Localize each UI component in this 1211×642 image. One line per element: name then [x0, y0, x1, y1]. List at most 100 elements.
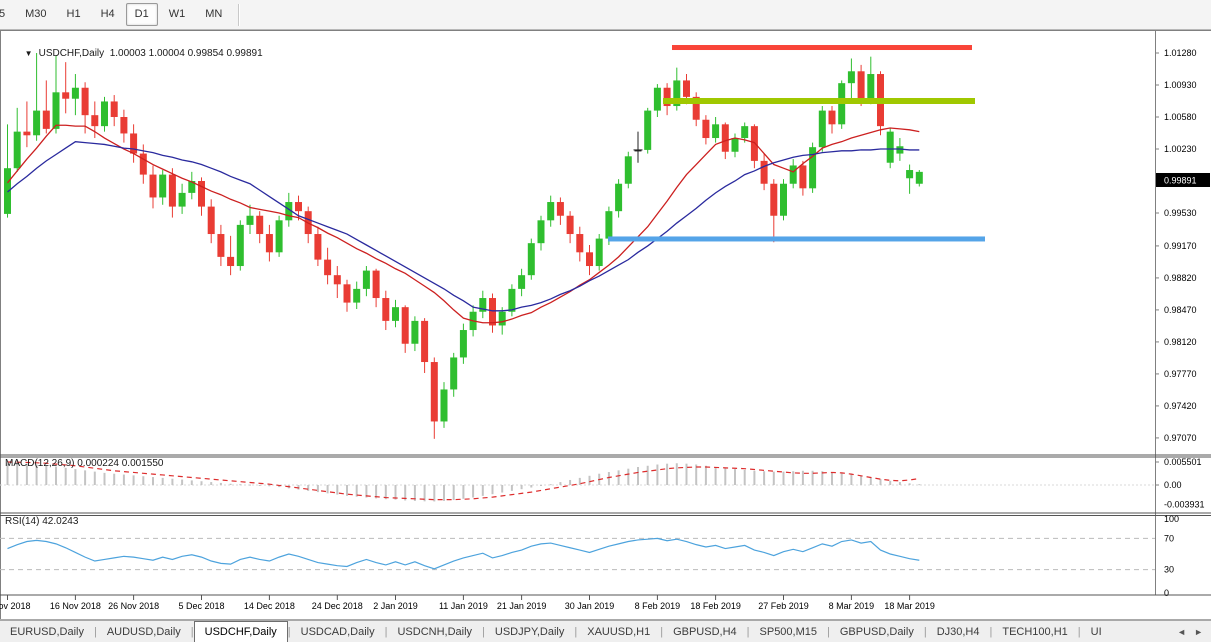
- macd-histogram-bar: [792, 471, 794, 485]
- candle-bear: [169, 175, 176, 207]
- candle-bull: [72, 88, 79, 99]
- hline-resistance-lower[interactable]: [663, 98, 975, 104]
- candle-bear: [295, 202, 302, 211]
- chart-dropdown-icon[interactable]: ▼: [25, 49, 33, 58]
- candle-bull: [53, 92, 60, 129]
- candle-bull: [615, 184, 622, 211]
- macd-histogram-bar: [899, 482, 901, 485]
- candle-bear: [111, 101, 118, 117]
- candle-bull: [247, 216, 254, 225]
- macd-histogram-bar: [773, 472, 775, 485]
- timeframe-button-5[interactable]: 5: [0, 3, 14, 26]
- chart-area[interactable]: 1.012801.009301.005801.002300.995300.991…: [0, 30, 1211, 620]
- candle-bear: [62, 92, 69, 98]
- macd-histogram-bar: [230, 484, 232, 485]
- chart-tab-audusd-daily[interactable]: AUDUSD,Daily: [97, 623, 191, 642]
- macd-histogram-bar: [239, 484, 241, 485]
- candle-bear: [130, 133, 137, 153]
- chart-tab-gbpusd-daily[interactable]: GBPUSD,Daily: [830, 623, 924, 642]
- price-axis-label: 0.97420: [1164, 401, 1197, 411]
- candle-bear: [683, 80, 690, 96]
- timeframe-button-mn[interactable]: MN: [196, 3, 231, 26]
- macd-histogram-bar: [763, 471, 765, 485]
- candle-bull: [819, 111, 826, 148]
- price-axis-label: 0.99530: [1164, 208, 1197, 218]
- candle-bear: [23, 132, 30, 136]
- macd-histogram-bar: [336, 485, 338, 495]
- macd-histogram-bar: [744, 470, 746, 485]
- candle-bull: [809, 147, 816, 188]
- macd-histogram-bar: [608, 472, 610, 485]
- macd-histogram-bar: [453, 485, 455, 500]
- candle-bear: [770, 184, 777, 216]
- price-axis-label: 0.97770: [1164, 369, 1197, 379]
- candle-bear: [82, 88, 89, 115]
- price-axis-label: 1.00930: [1164, 80, 1197, 90]
- tab-scroll-left-icon[interactable]: ◄: [1173, 627, 1190, 637]
- macd-histogram-bar: [55, 467, 57, 485]
- candle-bull: [159, 175, 166, 198]
- candle-bear: [227, 257, 234, 266]
- chart-tab-dj30-h4[interactable]: DJ30,H4: [927, 623, 990, 642]
- timeframe-button-w1[interactable]: W1: [160, 3, 195, 26]
- macd-histogram-bar: [724, 468, 726, 485]
- macd-histogram-bar: [346, 485, 348, 496]
- macd-histogram-bar: [637, 467, 639, 485]
- date-axis-label: 5 Dec 2018: [178, 601, 224, 611]
- chart-tab-tech100-h1[interactable]: TECH100,H1: [992, 623, 1077, 642]
- timeframe-button-h4[interactable]: H4: [92, 3, 124, 26]
- candle-bear: [576, 234, 583, 252]
- candle-bear: [334, 275, 341, 284]
- candle-bear: [120, 117, 127, 133]
- candle-bear: [314, 234, 321, 260]
- hline-support[interactable]: [608, 236, 985, 241]
- macd-histogram-bar: [142, 476, 144, 485]
- candle-bull: [848, 71, 855, 83]
- macd-histogram-bar: [540, 485, 542, 486]
- candle-bull: [741, 126, 748, 138]
- macd-histogram-bar: [647, 466, 649, 485]
- candle-bear: [217, 234, 224, 257]
- candle-bull: [450, 357, 457, 389]
- candle-bear: [829, 111, 836, 125]
- chart-tab-eurusd-daily[interactable]: EURUSD,Daily: [0, 623, 94, 642]
- macd-histogram-bar: [889, 481, 891, 485]
- chart-tab-xauusd-h1[interactable]: XAUUSD,H1: [577, 623, 660, 642]
- macd-histogram-bar: [268, 485, 270, 486]
- timeframe-button-h1[interactable]: H1: [58, 3, 90, 26]
- price-axis-label: 1.01280: [1164, 48, 1197, 58]
- macd-histogram-bar: [627, 469, 629, 485]
- date-axis-label: 18 Feb 2019: [690, 601, 741, 611]
- macd-histogram-bar: [569, 480, 571, 485]
- date-axis-label: 7 Nov 2018: [0, 601, 31, 611]
- candle-bear: [324, 260, 331, 276]
- tab-scroll-right-icon[interactable]: ►: [1190, 627, 1207, 637]
- date-axis-label: 18 Mar 2019: [884, 601, 935, 611]
- macd-histogram-bar: [511, 485, 513, 491]
- chart-tab-sp500-m15[interactable]: SP500,M15: [750, 623, 827, 642]
- chart-tab-ui[interactable]: UI: [1081, 623, 1112, 642]
- chart-tab-usdcad-daily[interactable]: USDCAD,Daily: [291, 623, 385, 642]
- candle-bull: [547, 202, 554, 220]
- macd-histogram-bar: [715, 467, 717, 485]
- chart-tab-gbpusd-h4[interactable]: GBPUSD,H4: [663, 623, 747, 642]
- candle-bull: [887, 132, 894, 163]
- price-chart-canvas[interactable]: 1.012801.009301.005801.002300.995300.991…: [0, 30, 1211, 620]
- macd-histogram-bar: [113, 474, 115, 485]
- macd-histogram-bar: [307, 485, 309, 491]
- timeframe-button-d1[interactable]: D1: [126, 3, 158, 26]
- chart-tab-usdjpy-daily[interactable]: USDJPY,Daily: [485, 623, 575, 642]
- price-axis-label: 0.97070: [1164, 433, 1197, 443]
- chart-tab-usdcnh-daily[interactable]: USDCNH,Daily: [387, 623, 482, 642]
- timeframe-button-m30[interactable]: M30: [16, 3, 55, 26]
- date-axis-label: 30 Jan 2019: [565, 601, 615, 611]
- chart-tab-usdchf-daily[interactable]: USDCHF,Daily: [194, 621, 288, 642]
- hline-resistance-upper[interactable]: [672, 45, 972, 50]
- macd-histogram-bar: [831, 472, 833, 485]
- candle-bull: [14, 132, 21, 169]
- macd-histogram-bar: [802, 471, 804, 485]
- macd-axis-max: 0.005501: [1164, 457, 1202, 467]
- macd-histogram-bar: [191, 480, 193, 485]
- macd-histogram-bar: [104, 473, 106, 485]
- macd-histogram-bar: [162, 478, 164, 485]
